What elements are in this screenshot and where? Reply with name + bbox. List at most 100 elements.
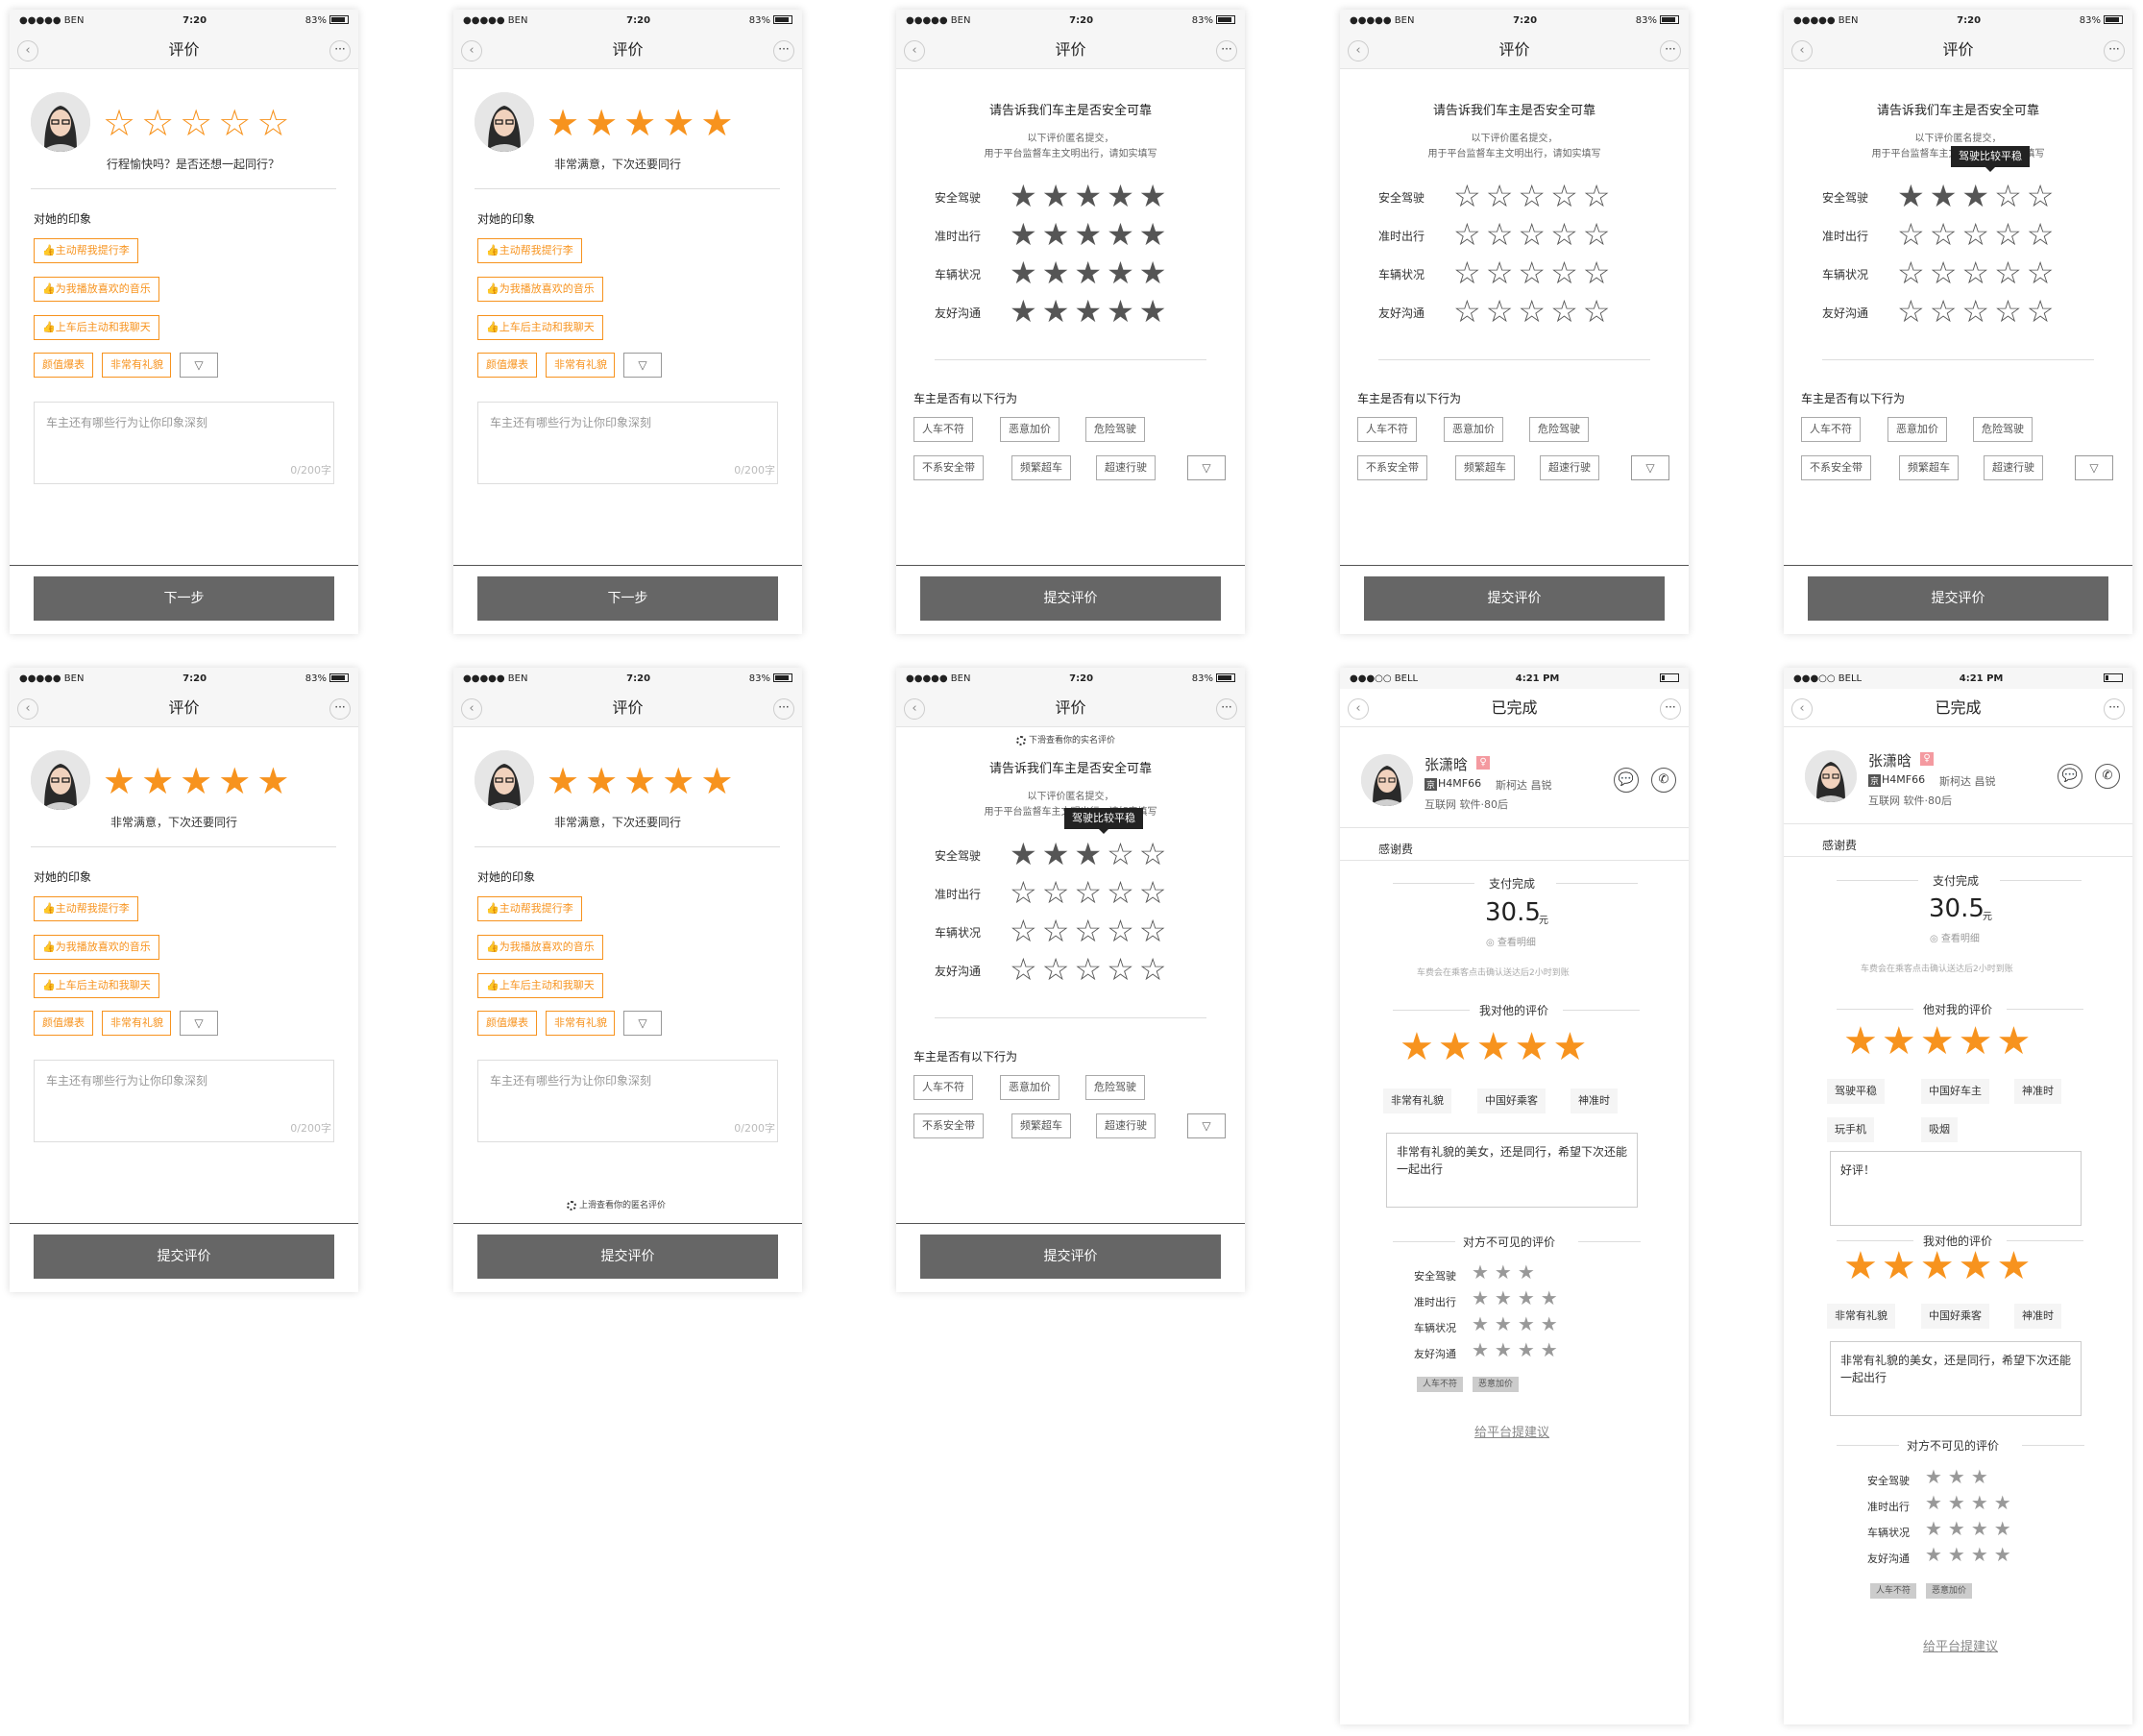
behavior-tag[interactable]: 危险驾驶 [1085, 417, 1145, 442]
comment-textarea[interactable]: 车主还有哪些行为让你印象深刻 0/200字 [34, 1060, 334, 1142]
behavior-tag[interactable]: 恶意加价 [1444, 417, 1503, 442]
star-icon[interactable]: ★ [585, 760, 623, 802]
star-icon[interactable]: ★ [662, 760, 700, 802]
chat-icon[interactable]: 💬 [1614, 768, 1639, 793]
more-icon[interactable]: ··· [773, 698, 794, 720]
behavior-tag[interactable]: 人车不符 [913, 1075, 973, 1100]
impression-tag[interactable]: 颜值爆表 [34, 353, 93, 378]
impression-tag[interactable]: 👍上车后主动和我聊天 [34, 973, 159, 998]
rating-stars[interactable]: ☆☆☆☆☆ [1897, 255, 2058, 291]
submit-button[interactable]: 提交评价 [477, 1235, 778, 1279]
impression-tag[interactable]: 👍主动帮我提行李 [477, 896, 582, 921]
rating-stars[interactable]: ★★★★★ [1010, 293, 1171, 330]
behavior-tag[interactable]: 危险驾驶 [1973, 417, 2033, 442]
expand-tags-dropdown[interactable]: ▽ [623, 1011, 662, 1036]
star-icon[interactable]: ★ [103, 760, 141, 802]
rating-stars[interactable]: ★★★★★ [1010, 255, 1171, 291]
back-icon[interactable]: ‹ [1791, 698, 1813, 720]
star-icon[interactable]: ☆ [141, 102, 180, 144]
rating-stars[interactable]: ☆☆☆☆☆ [1897, 216, 2058, 253]
back-icon[interactable]: ‹ [1348, 40, 1369, 61]
star-icon[interactable]: ★ [623, 102, 662, 144]
suggest-link[interactable]: 给平台提建议 [1474, 1422, 1549, 1440]
back-icon[interactable]: ‹ [1348, 698, 1369, 720]
rating-stars[interactable]: ☆☆☆☆☆ [1453, 178, 1615, 214]
star-icon[interactable]: ★ [180, 760, 218, 802]
star-icon[interactable]: ☆ [218, 102, 256, 144]
impression-tag[interactable]: 👍主动帮我提行李 [34, 238, 138, 263]
back-icon[interactable]: ‹ [17, 698, 38, 720]
submit-button[interactable]: 提交评价 [920, 1235, 1221, 1279]
behavior-tag[interactable]: 频繁超车 [1455, 455, 1515, 480]
more-icon[interactable]: ··· [773, 40, 794, 61]
impression-tag[interactable]: 👍为我播放喜欢的音乐 [34, 277, 159, 302]
rating-stars[interactable]: ☆☆☆☆☆ [1453, 255, 1615, 291]
view-detail-link[interactable]: ◎ 查看明细 [1930, 930, 1980, 944]
behavior-tag[interactable]: 超速行驶 [1096, 1113, 1156, 1138]
back-icon[interactable]: ‹ [17, 40, 38, 61]
behavior-tag[interactable]: 人车不符 [1357, 417, 1417, 442]
back-icon[interactable]: ‹ [904, 40, 925, 61]
star-icon[interactable]: ★ [700, 760, 739, 802]
back-icon[interactable]: ‹ [904, 698, 925, 720]
star-icon[interactable]: ☆ [180, 102, 218, 144]
star-icon[interactable]: ★ [218, 760, 256, 802]
more-icon[interactable]: ··· [329, 40, 351, 61]
rating-stars[interactable]: ☆☆☆☆☆ [1453, 216, 1615, 253]
back-icon[interactable]: ‹ [461, 40, 482, 61]
submit-button[interactable]: 提交评价 [34, 1235, 334, 1279]
behavior-tag[interactable]: 恶意加价 [1000, 1075, 1059, 1100]
more-icon[interactable]: ··· [1216, 40, 1237, 61]
expand-tags-dropdown[interactable]: ▽ [180, 1011, 218, 1036]
behavior-tag[interactable]: 频繁超车 [1011, 1113, 1071, 1138]
impression-tag[interactable]: 颜值爆表 [34, 1011, 93, 1036]
chat-icon[interactable]: 💬 [2058, 764, 2082, 789]
expand-tags-dropdown[interactable]: ▽ [1187, 1113, 1226, 1138]
impression-tag[interactable]: 👍为我播放喜欢的音乐 [477, 277, 603, 302]
more-icon[interactable]: ··· [1660, 698, 1681, 720]
more-icon[interactable]: ··· [2104, 698, 2125, 720]
impression-tag[interactable]: 非常有礼貌 [546, 1011, 615, 1036]
behavior-tag[interactable]: 不系安全带 [913, 1113, 984, 1138]
star-icon[interactable]: ★ [141, 760, 180, 802]
behavior-tag[interactable]: 不系安全带 [913, 455, 984, 480]
rating-stars[interactable]: ☆☆☆☆☆ [1010, 913, 1171, 949]
expand-tags-dropdown[interactable]: ▽ [180, 353, 218, 378]
rating-stars[interactable]: ☆☆☆☆☆ [1897, 293, 2058, 330]
rating-stars[interactable]: ★★★★★ [1010, 216, 1171, 253]
behavior-tag[interactable]: 恶意加价 [1000, 417, 1059, 442]
expand-tags-dropdown[interactable]: ▽ [1187, 455, 1226, 480]
submit-button[interactable]: 提交评价 [1808, 576, 2108, 621]
more-icon[interactable]: ··· [1216, 698, 1237, 720]
comment-textarea[interactable]: 车主还有哪些行为让你印象深刻 0/200字 [34, 402, 334, 484]
star-icon[interactable]: ★ [585, 102, 623, 144]
suggest-link[interactable]: 给平台提建议 [1923, 1636, 1998, 1654]
phone-icon[interactable]: ✆ [1651, 768, 1676, 793]
behavior-tag[interactable]: 超速行驶 [1096, 455, 1156, 480]
star-icon[interactable]: ★ [547, 102, 585, 144]
rating-stars[interactable]: ☆☆☆☆☆ [103, 102, 295, 144]
rating-stars[interactable]: ★★★★★ [1010, 178, 1171, 214]
behavior-tag[interactable]: 恶意加价 [1887, 417, 1947, 442]
impression-tag[interactable]: 👍主动帮我提行李 [34, 896, 138, 921]
rating-stars[interactable]: ☆☆☆☆☆ [1010, 874, 1171, 911]
expand-tags-dropdown[interactable]: ▽ [2075, 455, 2113, 480]
behavior-tag[interactable]: 危险驾驶 [1529, 417, 1589, 442]
star-icon[interactable]: ★ [256, 760, 295, 802]
rating-stars[interactable]: ☆☆☆☆☆ [1010, 951, 1171, 988]
rating-stars[interactable]: ★★★★★ [547, 760, 739, 802]
next-button[interactable]: 下一步 [34, 576, 334, 621]
behavior-tag[interactable]: 不系安全带 [1357, 455, 1427, 480]
comment-textarea[interactable]: 车主还有哪些行为让你印象深刻 0/200字 [477, 402, 778, 484]
behavior-tag[interactable]: 不系安全带 [1801, 455, 1871, 480]
impression-tag[interactable]: 👍主动帮我提行李 [477, 238, 582, 263]
behavior-tag[interactable]: 频繁超车 [1011, 455, 1071, 480]
impression-tag[interactable]: 👍为我播放喜欢的音乐 [477, 935, 603, 960]
more-icon[interactable]: ··· [2104, 40, 2125, 61]
impression-tag[interactable]: 👍上车后主动和我聊天 [477, 973, 603, 998]
rating-stars[interactable]: ★★★★★ [103, 760, 295, 802]
back-icon[interactable]: ‹ [461, 698, 482, 720]
impression-tag[interactable]: 非常有礼貌 [102, 353, 171, 378]
impression-tag[interactable]: 👍上车后主动和我聊天 [34, 315, 159, 340]
more-icon[interactable]: ··· [1660, 40, 1681, 61]
